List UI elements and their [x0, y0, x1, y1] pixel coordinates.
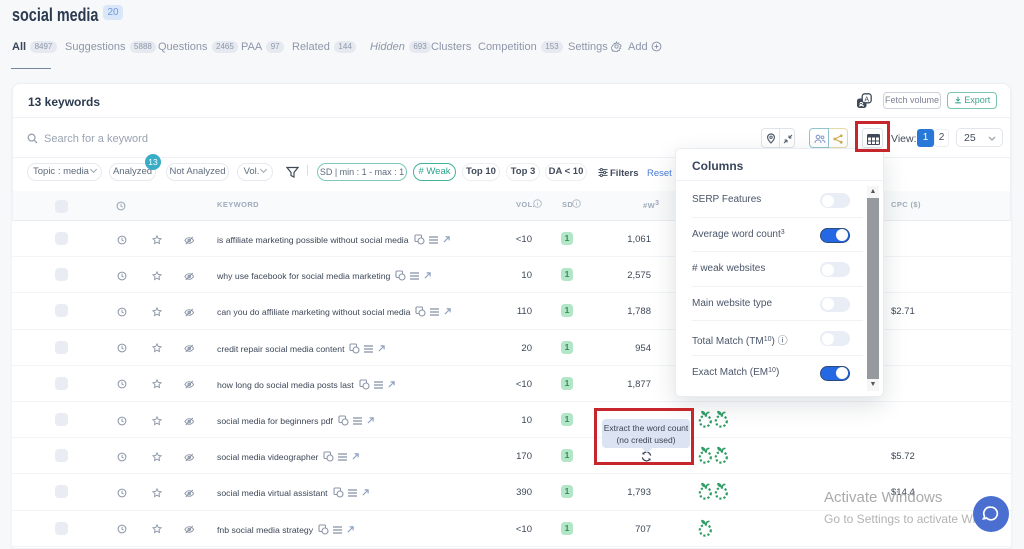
svg-text:A: A — [864, 96, 869, 103]
